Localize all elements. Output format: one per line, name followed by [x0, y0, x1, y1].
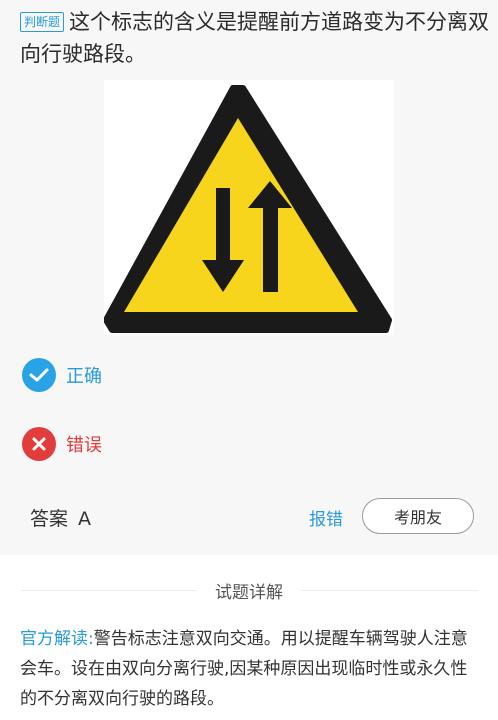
- divider: [20, 589, 197, 591]
- two-way-traffic-sign-icon: [103, 85, 392, 333]
- question-area: 判断题 这个标志的含义是提醒前方道路变为不分离双向行驶路段。 正确 错误 答案 A …: [0, 0, 498, 555]
- option-label: 正确: [66, 366, 102, 387]
- check-icon: [22, 358, 56, 392]
- divider: [301, 589, 478, 591]
- detail-title-text: 试题详解: [215, 582, 283, 603]
- answer-value: A: [78, 508, 92, 530]
- detail-section-title: 试题详解: [20, 577, 478, 603]
- report-error-link[interactable]: 报错: [309, 505, 343, 530]
- answer-label: 答案: [30, 508, 69, 530]
- close-icon: [22, 427, 56, 461]
- question: 判断题 这个标志的含义是提醒前方道路变为不分离双向行驶路段。: [20, 6, 490, 70]
- option-label: 错误: [66, 435, 102, 456]
- question-type-tag: 判断题: [20, 12, 65, 32]
- explanation-label: 官方解读:: [20, 629, 94, 649]
- quiz-friend-button[interactable]: 考朋友: [362, 498, 474, 534]
- official-explanation: 官方解读:警告标志注意双向交通。用以提醒车辆驾驶人注意会车。设在由双向分离行驶,…: [20, 624, 482, 714]
- option-wrong[interactable]: 错误: [22, 427, 102, 461]
- option-correct[interactable]: 正确: [22, 358, 102, 392]
- question-text: 这个标志的含义是提醒前方道路变为不分离双向行驶路段。: [20, 10, 490, 66]
- answer: 答案 A: [30, 504, 91, 531]
- sign-image: [103, 80, 394, 335]
